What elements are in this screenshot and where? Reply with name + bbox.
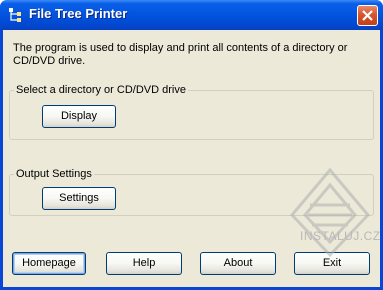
close-icon bbox=[362, 10, 373, 21]
output-settings-legend: Output Settings bbox=[14, 168, 94, 181]
title-bar[interactable]: File Tree Printer bbox=[0, 0, 383, 30]
close-button[interactable] bbox=[357, 5, 378, 26]
tree-app-icon bbox=[7, 7, 23, 23]
display-button[interactable]: Display bbox=[42, 105, 116, 128]
about-button[interactable]: About bbox=[200, 252, 276, 275]
directory-group-legend: Select a directory or CD/DVD drive bbox=[14, 84, 188, 97]
program-description: The program is used to display and print… bbox=[13, 42, 348, 67]
settings-button[interactable]: Settings bbox=[42, 187, 116, 210]
window-title: File Tree Printer bbox=[29, 6, 128, 21]
watermark-text: INSTALUJ.CZ bbox=[300, 229, 381, 243]
installuj-watermark-logo bbox=[289, 167, 371, 258]
help-button[interactable]: Help bbox=[106, 252, 182, 275]
app-window: File Tree Printer The program is used to… bbox=[0, 0, 383, 290]
homepage-button[interactable]: Homepage bbox=[12, 252, 86, 275]
